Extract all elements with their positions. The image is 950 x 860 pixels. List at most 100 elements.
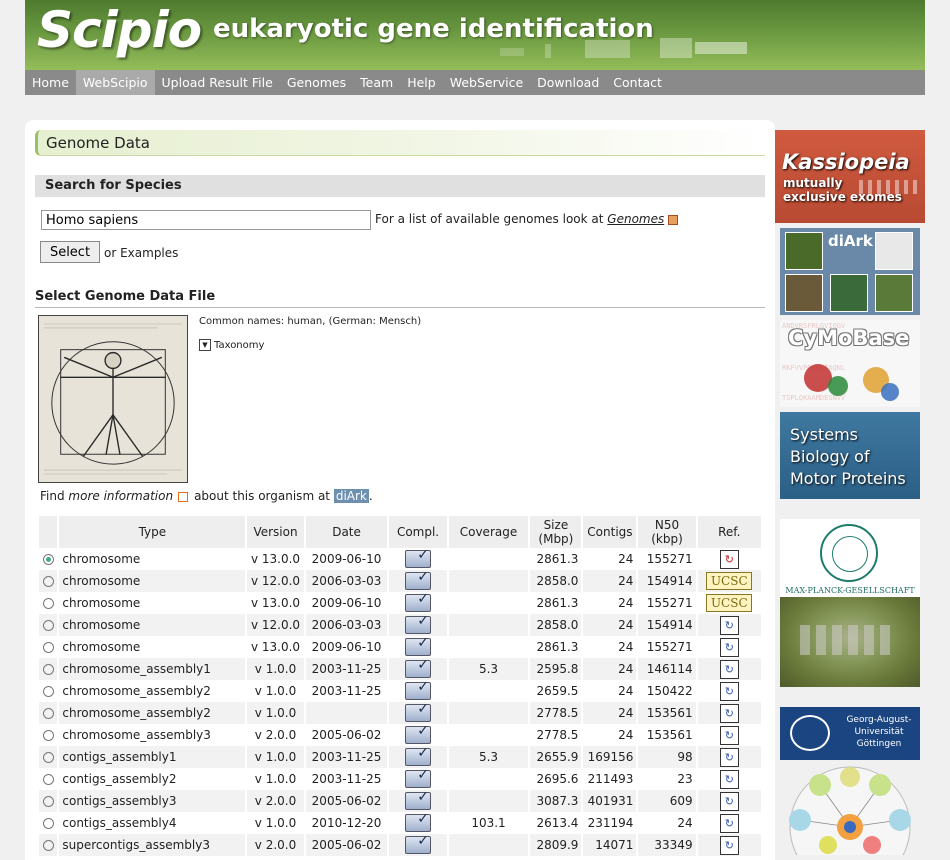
completeness-check-icon[interactable] (405, 701, 432, 722)
table-row[interactable]: chromosome v 13.0.0 2009-06-10 2861.3 24 1552… (39, 591, 761, 614)
row-type: chromosome_assembly1 (59, 658, 246, 680)
nav-home[interactable]: Home (25, 70, 76, 95)
reference-icon[interactable]: ↻ (719, 681, 739, 701)
row-select-radio[interactable] (42, 664, 54, 675)
table-row[interactable]: chromosome_assembly2 v 1.0.0 2003-11-25 265… (39, 679, 761, 702)
row-coverage (448, 570, 529, 592)
chevron-down-icon[interactable]: ▼ (199, 339, 211, 351)
site-tagline: eukaryotic gene identification (213, 14, 654, 44)
more-information-link[interactable]: more information (68, 489, 173, 503)
col-size-header: Size (Mbp) (530, 516, 582, 548)
table-row[interactable]: chromosomev 12.0.02006-03-03 2858.0241549… (39, 613, 761, 636)
table-row[interactable]: chromosome v 13.0.0 2009-06-10 2861.3 24 1552… (39, 547, 761, 570)
goettingen-line2: Universität (854, 727, 904, 737)
ucsc-ref-link[interactable]: UCSC (706, 572, 753, 590)
row-select-radio[interactable] (42, 576, 54, 587)
row-select-radio[interactable] (42, 730, 54, 741)
row-cell (39, 570, 58, 592)
completeness-check-icon[interactable] (405, 679, 432, 700)
completeness-check-icon[interactable] (405, 635, 432, 656)
completeness-check-icon[interactable] (405, 569, 432, 590)
kassiopeia-banner[interactable]: Kassiopeia mutually exclusive exomes (775, 130, 925, 223)
completeness-check-icon[interactable] (405, 613, 432, 634)
completeness-check-icon[interactable] (405, 833, 432, 854)
completeness-check-icon[interactable] (405, 745, 432, 766)
completeness-check-icon[interactable] (405, 547, 432, 568)
reference-icon[interactable]: ↻ (719, 835, 739, 855)
max-planck-banner[interactable]: MAX-PLANCK-GESELLSCHAFT (780, 519, 920, 687)
nav-team[interactable]: Team (353, 70, 400, 95)
row-select-radio[interactable] (42, 598, 54, 609)
row-size: 2695.6 (536, 772, 579, 786)
motor-proteins-banner[interactable]: Systems Biology of Motor Proteins (780, 412, 920, 499)
table-row[interactable]: contigs_assembly1v 1.0.02003-11-25 5.3265… (39, 745, 761, 768)
ucsc-ref-link[interactable]: UCSC (706, 594, 753, 612)
reference-icon[interactable]: ↻ (719, 615, 739, 635)
reference-icon[interactable]: ↻ (719, 813, 739, 833)
table-row[interactable]: chromosome v 13.0.0 2009-06-10 2861.3 24 1552… (39, 635, 761, 658)
table-row[interactable]: contigs_assembly3v 2.0.02005-06-02 3087.3… (39, 789, 761, 812)
row-select-radio[interactable] (42, 708, 54, 719)
completeness-check-icon[interactable] (405, 723, 432, 744)
diark-banner[interactable]: diArk (780, 228, 920, 315)
row-select-radio[interactable] (42, 642, 54, 653)
table-row[interactable]: chromosomev 12.0.02006-03-03 2858.0241549… (39, 569, 761, 592)
select-button[interactable]: Select (40, 241, 100, 263)
row-ref: ↻ (697, 614, 761, 636)
completeness-check-icon[interactable] (405, 767, 432, 788)
reference-icon[interactable]: ↻ (719, 549, 739, 569)
nav-upload-result-file[interactable]: Upload Result File (155, 70, 280, 95)
taxonomy-label[interactable]: Taxonomy (214, 340, 264, 351)
reference-icon[interactable]: ↻ (719, 659, 739, 679)
goettingen-banner[interactable]: Georg-August- Universität Göttingen (780, 707, 920, 760)
network-wheel-banner[interactable] (780, 765, 920, 855)
reference-icon[interactable]: ↻ (719, 703, 739, 723)
row-contigs: 24 (618, 684, 634, 698)
row-select-radio[interactable] (42, 752, 54, 763)
row-select-radio[interactable] (42, 818, 54, 829)
row-coverage (448, 790, 529, 812)
genomes-link[interactable]: Genomes (607, 212, 664, 226)
cymobase-banner[interactable]: ANDVRSFRLGVIQGV RKFVVPGGEEIAQNL TSPLQKAA… (780, 320, 920, 407)
nav-help[interactable]: Help (400, 70, 443, 95)
row-cell (389, 745, 447, 768)
row-type: chromosome_assembly2 (62, 684, 211, 698)
row-select-radio[interactable] (42, 796, 54, 807)
site-logo[interactable]: Scipio (37, 1, 202, 59)
nav-webservice[interactable]: WebService (443, 70, 530, 95)
row-select-radio[interactable] (42, 554, 54, 565)
table-row[interactable]: chromosome_assembly1v 1.0.02003-11-25 5.3… (39, 657, 761, 680)
table-row[interactable]: chromosome_assembly3 v 2.0.0 2005-06-02 277… (39, 723, 761, 746)
row-coverage (449, 548, 529, 570)
reference-icon[interactable]: ↻ (719, 725, 739, 745)
row-select-radio[interactable] (42, 620, 54, 631)
table-row[interactable]: chromosome_assembly2v 1.0.0 2778.52415356… (39, 701, 761, 724)
row-select-radio[interactable] (42, 686, 54, 697)
table-row[interactable]: supercontigs_assembly3v 2.0.02005-06-02 2… (39, 833, 761, 856)
table-row[interactable]: contigs_assembly2 v 1.0.0 2003-11-25 2695.6… (39, 767, 761, 790)
table-row[interactable]: contigs_assembly4 v 1.0.0 2010-12-20 103.1 2… (39, 811, 761, 834)
species-search-input[interactable] (41, 210, 371, 230)
taxonomy-toggle[interactable]: ▼ Taxonomy (199, 339, 264, 351)
completeness-check-icon[interactable] (405, 789, 432, 810)
reference-icon[interactable]: ↻ (719, 637, 739, 657)
row-version: v 13.0.0 (250, 640, 301, 654)
reference-icon[interactable]: ↻ (719, 769, 739, 789)
nav-contact[interactable]: Contact (606, 70, 669, 95)
nav-download[interactable]: Download (530, 70, 606, 95)
external-link-icon[interactable] (178, 491, 189, 502)
nav-genomes[interactable]: Genomes (280, 70, 353, 95)
row-select-radio[interactable] (42, 774, 54, 785)
reference-icon[interactable]: ↻ (719, 747, 739, 767)
row-size: 2778.5 (530, 702, 582, 724)
completeness-check-icon[interactable] (405, 591, 432, 612)
row-contigs: 231194 (587, 816, 634, 830)
header-decoration (695, 42, 747, 54)
diark-link[interactable]: diArk (333, 489, 369, 503)
row-cell (389, 789, 447, 812)
reference-icon[interactable]: ↻ (719, 791, 739, 811)
completeness-check-icon[interactable] (405, 657, 432, 678)
row-select-radio[interactable] (42, 840, 54, 851)
completeness-check-icon[interactable] (405, 811, 432, 832)
nav-webscipio[interactable]: WebScipio (75, 70, 155, 95)
